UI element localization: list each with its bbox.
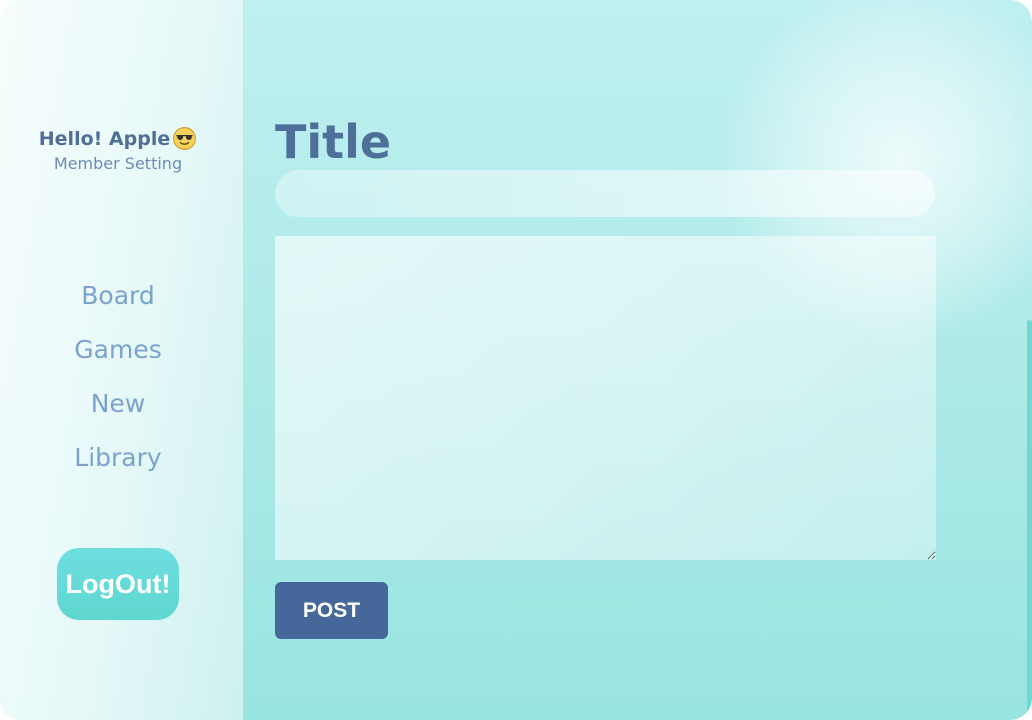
sidebar-nav: Board Games New Library	[0, 276, 236, 492]
nav-item-new[interactable]: New	[0, 384, 236, 438]
sunglasses-emoji-icon	[172, 126, 197, 151]
member-setting-link[interactable]: Member Setting	[0, 154, 236, 173]
post-button[interactable]: POST	[275, 582, 388, 639]
app-window: Hello! Apple Member Setting Board Games …	[0, 0, 1032, 720]
nav-item-board[interactable]: Board	[0, 276, 236, 330]
sidebar: Hello! Apple Member Setting Board Games …	[0, 0, 243, 720]
content-textarea[interactable]	[275, 236, 936, 560]
logout-button[interactable]: LogOut!	[57, 548, 179, 620]
window-edge	[1027, 320, 1032, 720]
user-greeting: Hello! Apple Member Setting	[0, 126, 236, 173]
title-input[interactable]	[275, 170, 935, 217]
nav-item-games[interactable]: Games	[0, 330, 236, 384]
greeting-text: Hello! Apple	[38, 127, 171, 150]
nav-item-library[interactable]: Library	[0, 438, 236, 492]
greeting-line: Hello! Apple	[39, 126, 197, 151]
title-label: Title	[275, 115, 392, 169]
